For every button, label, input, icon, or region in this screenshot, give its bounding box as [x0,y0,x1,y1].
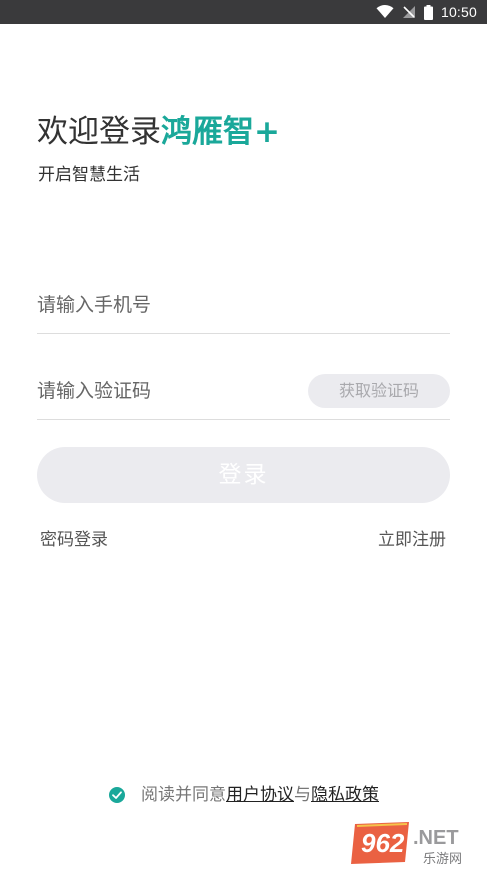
status-time: 10:50 [440,4,477,20]
page-subtitle: 开启智慧生活 [38,165,140,185]
title-prefix: 欢迎登录 [37,114,161,150]
user-agreement-link[interactable]: 用户协议 [226,783,294,807]
phone-field [37,290,450,334]
code-field: 获取验证码 [37,374,450,420]
checked-circle-icon[interactable] [108,786,126,804]
watermark-suffix: .NET [413,827,459,849]
agreement-row: 阅读并同意 用户协议与隐私政策 [108,783,379,807]
agreement-prefix: 阅读并同意 [141,785,226,805]
brand-name: 鸿雁智+ [161,114,280,150]
watermark-number: 962 [361,828,405,858]
status-bar: 10:50 [0,0,487,24]
verification-code-input[interactable] [37,376,297,406]
phone-input[interactable] [37,290,297,320]
battery-icon [423,4,433,20]
page-title: 欢迎登录鸿雁智+ [37,113,280,151]
agreement-conjunction: 与 [294,785,311,805]
get-code-button[interactable]: 获取验证码 [308,374,450,408]
privacy-policy-link[interactable]: 隐私政策 [311,783,379,807]
no-signal-icon [402,5,416,19]
login-button[interactable]: 登录 [37,447,450,503]
watermark-logo: 962 .NET 乐游网 [347,818,487,867]
wifi-icon [376,5,394,19]
watermark-cn: 乐游网 [423,852,462,866]
register-link[interactable]: 立即注册 [378,528,446,552]
password-login-link[interactable]: 密码登录 [40,528,108,552]
